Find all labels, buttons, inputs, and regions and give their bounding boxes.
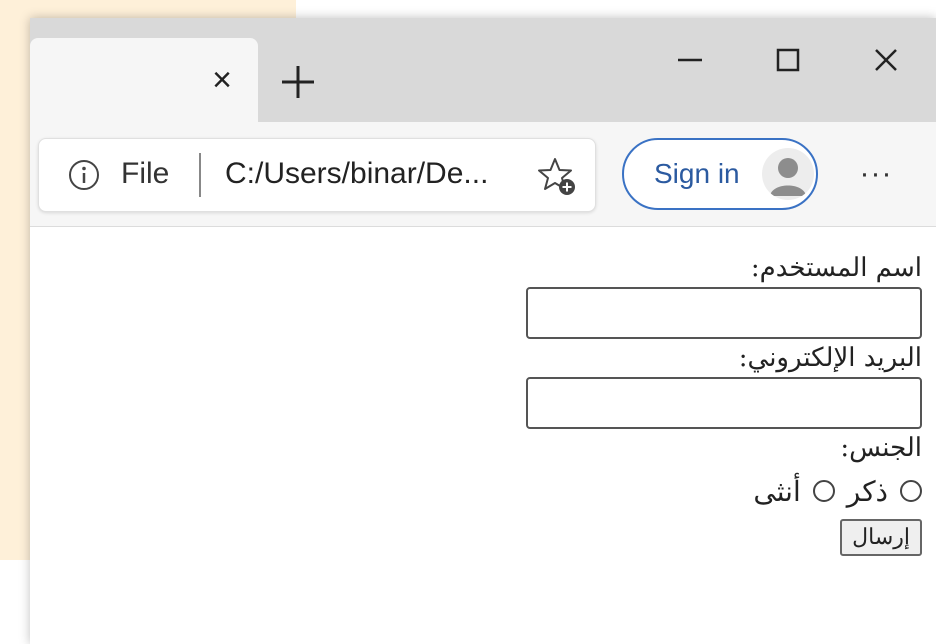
gender-male-radio[interactable] [900,480,922,502]
plus-icon [282,66,314,98]
email-input[interactable] [526,377,922,429]
browser-toolbar: File C:/Users/binar/De... Sign in ··· [30,122,936,227]
username-label: اسم المستخدم: [750,253,922,283]
tab-strip: × [30,18,936,122]
close-window-button[interactable] [856,38,916,82]
browser-window: × File C:/Users/binar/De... Sign in ··· … [30,18,936,644]
close-icon [875,49,897,71]
gender-female-label: أنثى [753,474,801,508]
gender-label: الجنس: [840,433,922,463]
url-text[interactable]: C:/Users/binar/De... [225,157,488,191]
maximize-icon [776,48,800,72]
avatar [762,148,814,200]
browser-tab[interactable]: × [30,38,258,122]
gender-female-radio[interactable] [812,480,835,502]
gender-male-label: ذكر [846,474,888,508]
minimize-icon [678,58,702,62]
email-label: البريد الإلكتروني: [738,343,922,373]
scheme-label: File [121,157,170,190]
more-options-button[interactable]: ··· [848,150,904,198]
maximize-button[interactable] [758,38,818,82]
tab-close-icon[interactable]: × [202,60,242,100]
sign-in-label: Sign in [654,158,740,189]
new-tab-button[interactable] [274,58,322,106]
sign-in-button[interactable]: Sign in [622,138,818,210]
profile-icon [770,158,806,196]
minimize-button[interactable] [660,38,720,82]
address-divider [199,153,201,197]
add-favorite-icon[interactable] [535,155,579,199]
info-icon[interactable] [67,158,101,192]
submit-button[interactable]: إرسال [840,519,922,556]
username-input[interactable] [526,287,922,339]
address-bar[interactable]: File C:/Users/binar/De... [38,138,596,212]
gender-radio-group: ذكر أنثى [502,467,922,515]
page-content: اسم المستخدم: البريد الإلكتروني: الجنس: … [30,227,936,644]
registration-form: اسم المستخدم: البريد الإلكتروني: الجنس: … [502,251,922,556]
